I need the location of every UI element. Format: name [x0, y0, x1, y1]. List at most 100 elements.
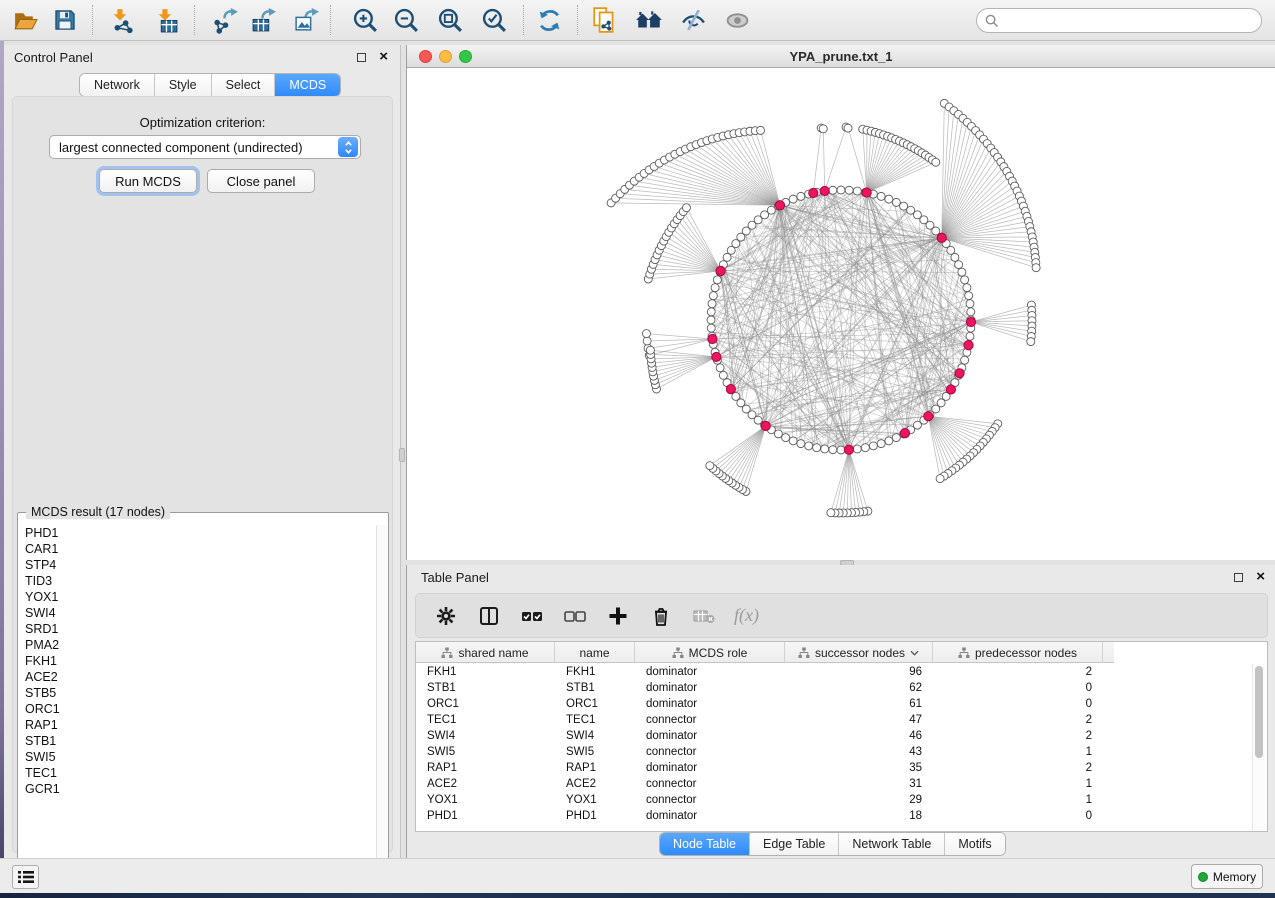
table-row[interactable]: FKH1FKH1dominator962 [416, 664, 1114, 680]
table-row[interactable]: TEC1TEC1connector472 [416, 712, 1114, 728]
float-panel-icon[interactable] [1234, 573, 1243, 582]
export-network-icon[interactable] [208, 3, 242, 37]
mcds-result-item[interactable]: FKH1 [19, 653, 377, 669]
column-header-predecessor-nodes[interactable]: predecessor nodes [933, 642, 1103, 663]
table-row[interactable]: YOX1YOX1connector291 [416, 792, 1114, 808]
import-network-icon[interactable] [104, 3, 138, 37]
mcds-list-scrollbar[interactable] [376, 525, 387, 882]
mcds-result-item[interactable]: STP4 [19, 557, 377, 573]
network-window-titlebar[interactable]: YPA_prune.txt_1 [407, 45, 1275, 68]
table-body[interactable]: FKH1FKH1dominator962STB1STB1dominator620… [416, 664, 1114, 824]
export-image-icon[interactable] [289, 3, 323, 37]
column-header-name[interactable]: name [555, 642, 635, 663]
table-row[interactable]: SWI5SWI5connector431 [416, 744, 1114, 760]
cell-name: STB1 [555, 680, 635, 696]
cell-predecessor-nodes: 1 [933, 776, 1103, 792]
mcds-result-item[interactable]: PMA2 [19, 637, 377, 653]
select-stepper-icon [338, 137, 358, 157]
mcds-result-item[interactable]: CAR1 [19, 541, 377, 557]
control-panel: Control Panel × NetworkStyleSelectMCDS O… [4, 45, 401, 858]
table-row[interactable]: ORC1ORC1dominator610 [416, 696, 1114, 712]
mcds-result-item[interactable]: SWI4 [19, 605, 377, 621]
export-table-icon[interactable] [246, 3, 280, 37]
mcds-result-item[interactable]: SRD1 [19, 621, 377, 637]
column-header-shared-name[interactable]: shared name [416, 642, 555, 663]
mcds-result-list[interactable]: PHD1CAR1STP4TID3YOX1SWI4SRD1PMA2FKH1ACE2… [19, 525, 377, 882]
optimization-criterion-select[interactable]: largest connected component (undirected) [49, 135, 361, 159]
network-canvas[interactable] [407, 68, 1275, 560]
control-tab-style[interactable]: Style [155, 74, 212, 96]
mcds-result-item[interactable]: STB1 [19, 733, 377, 749]
control-tab-select[interactable]: Select [212, 74, 276, 96]
close-panel-button[interactable]: Close panel [207, 169, 315, 193]
bottom-tab-edge-table[interactable]: Edge Table [750, 833, 839, 855]
table-scrollbar[interactable] [1252, 664, 1264, 830]
show-all-eye-icon[interactable] [720, 3, 754, 37]
table-row[interactable]: ACE2ACE2connector311 [416, 776, 1114, 792]
mcds-result-item[interactable]: YOX1 [19, 589, 377, 605]
control-tab-network[interactable]: Network [80, 74, 155, 96]
mcds-result-item[interactable]: SWI5 [19, 749, 377, 765]
mcds-result-item[interactable]: TEC1 [19, 765, 377, 781]
column-header-MCDS-role[interactable]: MCDS role [635, 642, 785, 663]
table-settings-gear-icon[interactable] [433, 603, 459, 629]
main-toolbar [0, 0, 1275, 41]
close-panel-icon[interactable]: × [379, 48, 388, 66]
cell-predecessor-nodes: 1 [933, 792, 1103, 808]
vertical-splitter-handle[interactable] [399, 448, 405, 462]
save-session-icon[interactable] [48, 3, 82, 37]
bottom-tab-node-table[interactable]: Node Table [660, 833, 750, 855]
mcds-result-item[interactable]: STB5 [19, 685, 377, 701]
zoom-fit-icon[interactable] [433, 3, 467, 37]
select-all-icon[interactable] [519, 603, 545, 629]
search-box[interactable] [976, 8, 1262, 33]
mcds-result-item[interactable]: ACE2 [19, 669, 377, 685]
mcds-result-item[interactable]: PHD1 [19, 525, 377, 541]
attribute-tree-icon [958, 647, 970, 659]
import-table-icon[interactable] [149, 3, 183, 37]
table-row[interactable]: SWI4SWI4dominator462 [416, 728, 1114, 744]
mcds-result-item[interactable]: TID3 [19, 573, 377, 589]
zoom-in-icon[interactable] [348, 3, 382, 37]
mcds-result-item[interactable]: RAP1 [19, 717, 377, 733]
table-toolbar: f(x) [415, 593, 1268, 638]
show-panel-list-icon[interactable] [12, 865, 39, 889]
table-scrollbar-thumb[interactable] [1255, 666, 1263, 758]
bottom-tab-motifs[interactable]: Motifs [945, 833, 1004, 855]
cell-successor-nodes: 18 [785, 808, 933, 824]
mcds-result-item[interactable]: GCR1 [19, 781, 377, 797]
add-column-icon[interactable] [605, 603, 631, 629]
cell-shared-name: ACE2 [416, 776, 555, 792]
cell-successor-nodes: 61 [785, 696, 933, 712]
toolbar-separator [92, 5, 93, 35]
table-panel-titlebar: Table Panel × [407, 565, 1275, 591]
run-mcds-button[interactable]: Run MCDS [99, 169, 197, 193]
bottom-tab-network-table[interactable]: Network Table [839, 833, 945, 855]
delete-icon[interactable] [648, 603, 674, 629]
deselect-all-icon[interactable] [562, 603, 588, 629]
open-file-icon[interactable] [8, 3, 42, 37]
search-input[interactable] [999, 14, 1261, 28]
table-row[interactable]: STB1STB1dominator620 [416, 680, 1114, 696]
home-icon[interactable] [632, 3, 666, 37]
delete-table-icon-disabled[interactable] [691, 603, 717, 629]
control-tab-mcds[interactable]: MCDS [275, 74, 340, 96]
cell-predecessor-nodes: 0 [933, 680, 1103, 696]
zoom-out-icon[interactable] [389, 3, 423, 37]
table-row[interactable]: RAP1RAP1dominator352 [416, 760, 1114, 776]
column-header-successor-nodes[interactable]: successor nodes [785, 642, 933, 663]
cell-predecessor-nodes: 1 [933, 744, 1103, 760]
memory-status-icon [1198, 872, 1208, 882]
mcds-result-item[interactable]: ORC1 [19, 701, 377, 717]
table-row[interactable]: PHD1PHD1dominator180 [416, 808, 1114, 824]
search-icon [985, 14, 999, 28]
memory-button[interactable]: Memory [1191, 864, 1263, 889]
show-columns-icon[interactable] [476, 603, 502, 629]
zoom-selected-icon[interactable] [477, 3, 511, 37]
apply-layout-icon[interactable] [532, 3, 566, 37]
clone-network-icon[interactable] [588, 3, 622, 37]
float-panel-icon[interactable] [357, 53, 366, 62]
function-builder-icon[interactable]: f(x) [734, 605, 759, 626]
hide-selected-eye-icon[interactable] [676, 3, 710, 37]
close-panel-icon[interactable]: × [1256, 568, 1265, 586]
